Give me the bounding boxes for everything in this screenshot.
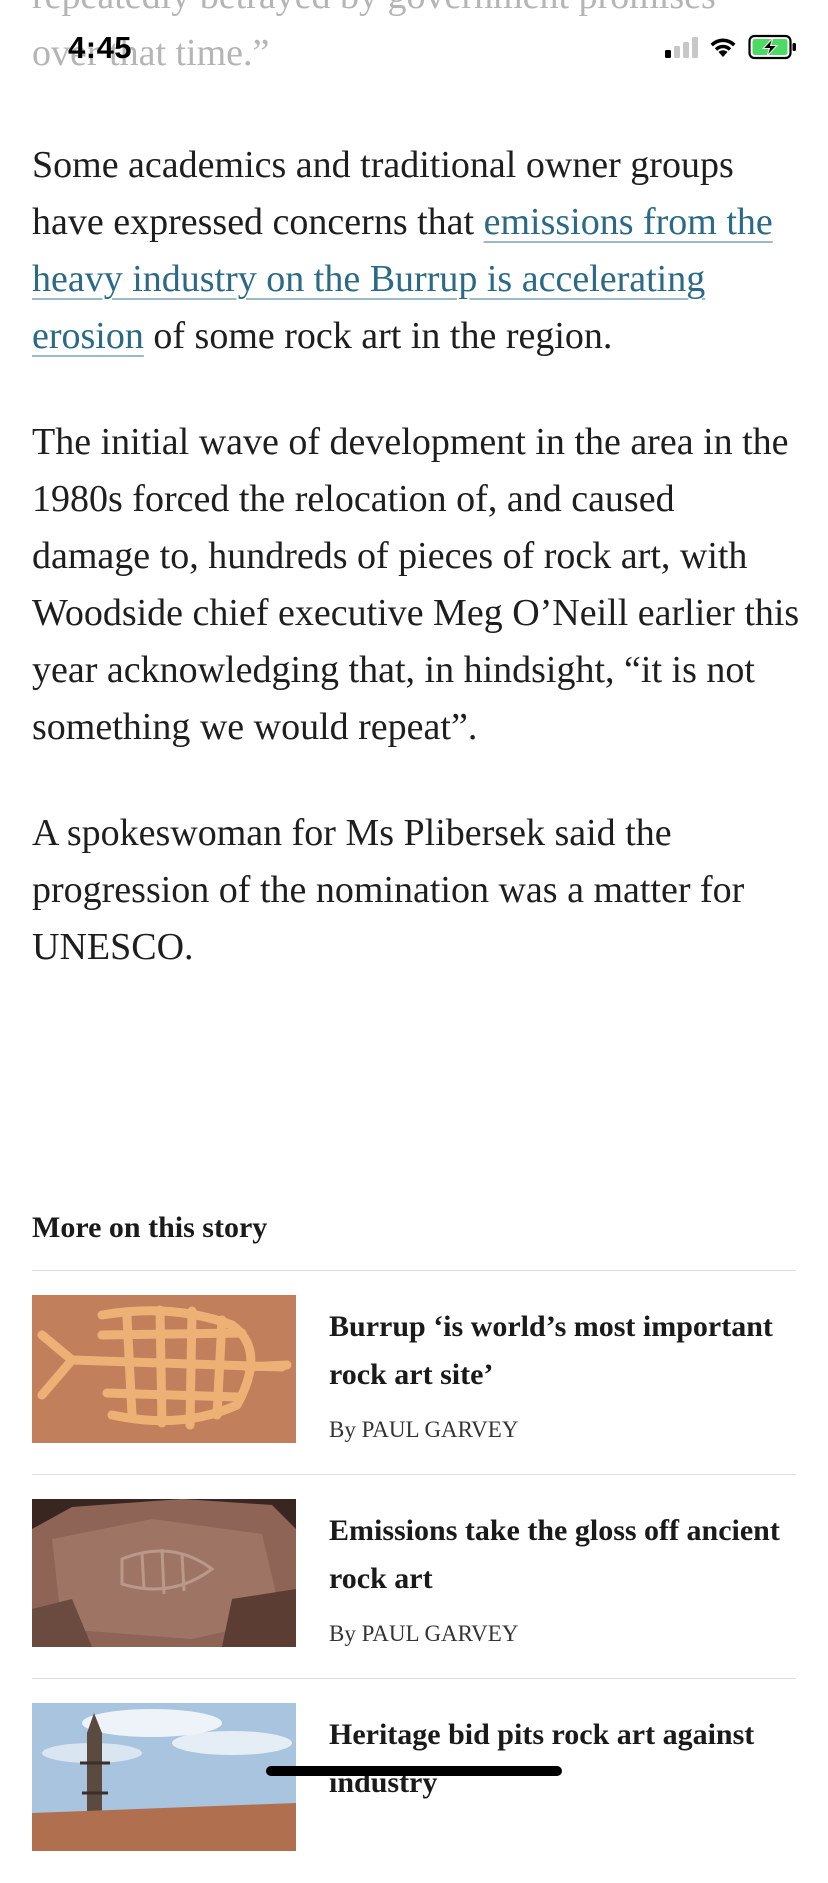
cellular-signal-icon xyxy=(665,36,698,58)
industry-site-thumbnail[interactable] xyxy=(32,1703,296,1851)
story-title[interactable]: Heritage bid pits rock art against indus… xyxy=(329,1711,796,1807)
story-title[interactable]: Emissions take the gloss off ancient roc… xyxy=(329,1507,796,1603)
author-name: PAUL GARVEY xyxy=(361,1621,519,1646)
home-indicator[interactable] xyxy=(266,1766,562,1776)
story-text: Burrup ‘is world’s most important rock a… xyxy=(329,1295,796,1474)
rock-art-thumbnail[interactable] xyxy=(32,1295,296,1443)
paragraph-text: of some rock art in the region. xyxy=(143,315,613,357)
related-story-card[interactable]: Heritage bid pits rock art against indus… xyxy=(32,1679,796,1883)
author-name: PAUL GARVEY xyxy=(361,1417,519,1442)
paragraph-academics: Some academics and traditional owner gro… xyxy=(32,137,802,365)
paragraph-development: The initial wave of development in the a… xyxy=(32,421,800,748)
related-story-card[interactable]: Emissions take the gloss off ancient roc… xyxy=(32,1475,796,1679)
story-byline: By PAUL GARVEY xyxy=(329,1621,519,1646)
story-byline: By PAUL GARVEY xyxy=(329,1417,519,1442)
status-bar: 4:45 xyxy=(0,0,828,100)
paragraph-spokeswoman: A spokeswoman for Ms Plibersek said the … xyxy=(32,812,745,968)
story-text: Emissions take the gloss off ancient roc… xyxy=(329,1499,796,1678)
article-body: Some academics and traditional owner gro… xyxy=(32,137,802,1025)
rock-engraving-thumbnail[interactable] xyxy=(32,1499,296,1647)
wifi-icon xyxy=(710,38,736,57)
related-story-card[interactable]: Burrup ‘is world’s most important rock a… xyxy=(32,1271,796,1475)
battery-charging-icon xyxy=(748,34,796,60)
status-time: 4:45 xyxy=(68,30,133,65)
story-title[interactable]: Burrup ‘is world’s most important rock a… xyxy=(329,1303,796,1399)
more-on-this-story: More on this story Burrup ‘is world’s mo… xyxy=(32,1206,796,1883)
status-icons xyxy=(665,34,798,60)
more-on-this-story-heading: More on this story xyxy=(32,1206,796,1271)
story-text: Heritage bid pits rock art against indus… xyxy=(329,1703,796,1883)
